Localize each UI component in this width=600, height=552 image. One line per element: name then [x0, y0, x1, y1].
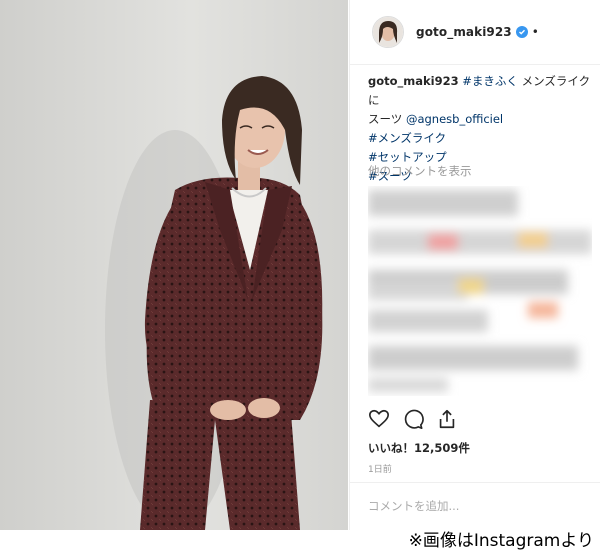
caption-hashtag[interactable]: #メンズライク — [368, 131, 446, 145]
post-photo[interactable] — [0, 0, 348, 530]
post-header: goto_maki923 • — [350, 0, 600, 65]
comment-box — [350, 482, 600, 531]
caption-text: スーツ — [368, 112, 406, 126]
image-credit: ※画像はInstagramより — [408, 531, 594, 551]
post-side-panel: goto_maki923 • goto_maki923 #まきふく メンズライク… — [349, 0, 600, 530]
view-more-comments-link[interactable]: 他のコメントを表示 — [368, 163, 472, 179]
post-actions — [368, 408, 458, 430]
comment-input[interactable] — [368, 497, 583, 515]
header-separator: • — [531, 25, 539, 39]
caption-hashtag[interactable]: #セットアップ — [368, 150, 447, 164]
comment-icon[interactable] — [402, 408, 424, 430]
verified-badge-icon — [515, 26, 528, 38]
blurred-comments — [368, 186, 592, 396]
caption-username[interactable]: goto_maki923 — [368, 74, 459, 88]
post-timestamp: 1日前 — [368, 465, 392, 475]
like-count[interactable]: いいね！12,509件 — [368, 440, 470, 456]
heart-icon[interactable] — [368, 408, 390, 430]
caption-mention[interactable]: @agnesb_officiel — [406, 112, 503, 126]
post-username[interactable]: goto_maki923 — [416, 25, 512, 39]
avatar[interactable] — [372, 16, 404, 48]
share-icon[interactable] — [436, 408, 458, 430]
caption-hashtag[interactable]: #まきふく — [462, 74, 518, 88]
